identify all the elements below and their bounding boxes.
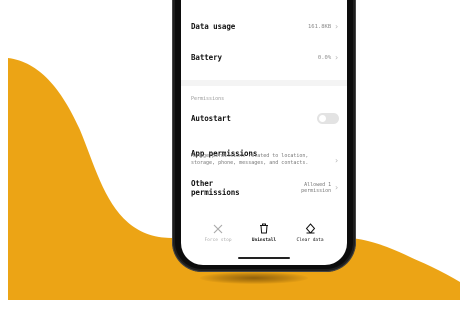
force-stop-button[interactable]: Force stop: [201, 222, 235, 243]
section-divider: [181, 80, 347, 86]
phone-frame: Data usage 161.8KB › Battery 0.0% › Perm…: [172, 0, 356, 272]
uninstall-label: Uninstall: [251, 238, 277, 243]
other-permissions-value-line1: Allowed 1: [304, 181, 332, 188]
other-permissions-label: Other permissions: [191, 179, 240, 197]
other-permissions-value: Allowed 1 permission: [301, 182, 331, 195]
chevron-right-icon: ›: [334, 52, 339, 62]
eraser-icon: [305, 222, 316, 235]
other-permissions-value-line2: permission: [301, 188, 332, 194]
data-usage-row[interactable]: Data usage 161.8KB ›: [191, 22, 339, 31]
clear-data-label: Clear data: [296, 238, 324, 243]
chevron-right-icon: ›: [334, 156, 339, 165]
trash-icon: [259, 222, 269, 235]
bottom-action-bar: Force stop Uninstall Clear data: [181, 222, 347, 243]
other-permissions-row[interactable]: Other permissions Allowed 1 permission ›: [191, 179, 339, 197]
data-usage-value-wrap: 161.8KB ›: [307, 21, 339, 31]
autostart-toggle[interactable]: [317, 113, 339, 124]
chevron-right-icon: ›: [334, 183, 339, 192]
uninstall-button[interactable]: Uninstall: [247, 222, 281, 243]
app-permissions-description: Manage permissions related to location, …: [191, 153, 309, 166]
clear-data-button[interactable]: Clear data: [293, 222, 327, 243]
autostart-row[interactable]: Autostart: [191, 113, 339, 124]
battery-value: 0.0%: [317, 54, 332, 61]
data-usage-value: 161.8KB: [307, 23, 332, 30]
permissions-section-title: Permissions: [191, 96, 225, 102]
home-indicator[interactable]: [238, 257, 290, 259]
battery-row[interactable]: Battery 0.0% ›: [191, 53, 339, 62]
chevron-right-icon: ›: [334, 21, 339, 31]
autostart-label: Autostart: [191, 114, 231, 123]
battery-value-wrap: 0.0% ›: [317, 52, 339, 62]
close-icon: [213, 222, 223, 235]
other-permissions-label-line2: permissions: [191, 188, 240, 197]
data-usage-label: Data usage: [191, 22, 236, 31]
other-permissions-value-wrap: Allowed 1 permission ›: [301, 182, 339, 195]
toggle-knob: [319, 115, 326, 122]
app-info-screen: Data usage 161.8KB › Battery 0.0% › Perm…: [181, 0, 347, 265]
battery-label: Battery: [191, 53, 222, 62]
force-stop-label: Force stop: [204, 238, 232, 243]
other-permissions-label-line1: Other: [191, 179, 214, 188]
phone-shadow: [200, 272, 308, 284]
